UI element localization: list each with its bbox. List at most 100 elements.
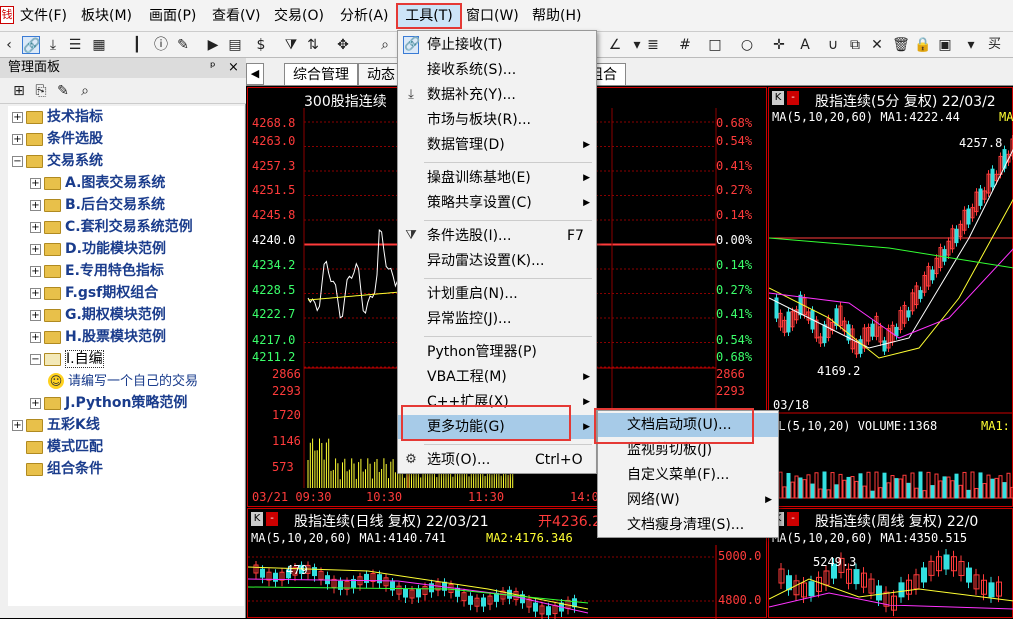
menu-sector[interactable]: 板块(M) xyxy=(81,6,132,26)
delete-icon[interactable]: ✕ xyxy=(868,36,886,54)
link-icon[interactable]: 🔗 xyxy=(22,36,40,54)
cross-icon[interactable]: ✛ xyxy=(770,36,788,54)
menu-item-tools[interactable]: ⚙ 选项(O)... Ctrl+O xyxy=(398,448,596,472)
menu-view[interactable]: 查看(V) xyxy=(212,6,261,26)
magnet-icon[interactable]: ∪ xyxy=(824,36,842,54)
tree-item[interactable]: 模式匹配 xyxy=(8,436,244,458)
expand-icon[interactable]: + xyxy=(30,265,41,277)
expand-icon[interactable]: + xyxy=(30,177,41,189)
edit-icon[interactable]: ✎ xyxy=(174,36,192,54)
menu-item-tools[interactable]: 数据管理(D) ▶ xyxy=(398,133,596,157)
tree-item[interactable]: 组合条件 xyxy=(8,458,244,480)
play-icon[interactable]: ▶ xyxy=(204,36,222,54)
expand-icon[interactable]: + xyxy=(30,331,41,343)
tree-item[interactable]: + C.套利交易系统范例 xyxy=(8,216,244,238)
dollar-icon[interactable]: $ xyxy=(252,36,270,54)
fib-icon[interactable]: ≣ xyxy=(644,36,662,54)
expand-icon[interactable]: + xyxy=(30,309,41,321)
menu-help[interactable]: 帮助(H) xyxy=(532,6,581,26)
minus-button[interactable]: - xyxy=(787,91,799,105)
new-icon[interactable]: ⊞ xyxy=(10,82,28,100)
expand-icon[interactable]: + xyxy=(30,397,41,409)
menu-trade[interactable]: 交易(O) xyxy=(274,6,324,26)
expand-icon[interactable]: + xyxy=(12,111,23,123)
edit-icon[interactable]: ✎ xyxy=(54,82,72,100)
candle-icon[interactable]: ┃ xyxy=(128,36,146,54)
menu-item-tools[interactable]: 🔗 停止接收(T) xyxy=(398,33,596,57)
menu-item-tools[interactable]: 策略共享设置(C) ▶ xyxy=(398,191,596,215)
info-icon[interactable]: ⓘ xyxy=(152,36,170,54)
tree-item[interactable]: + A.图表交易系统 xyxy=(8,172,244,194)
tree-item[interactable]: + B.后台交易系统 xyxy=(8,194,244,216)
menu-item-tools[interactable]: ⧩ 条件选股(I)... F7 xyxy=(398,224,596,248)
move-icon[interactable]: ✥ xyxy=(334,36,352,54)
hash-icon[interactable]: # xyxy=(676,36,694,54)
filter-icon[interactable]: ⧩ xyxy=(282,36,300,54)
menu-item-more[interactable]: 自定义菜单(F)... xyxy=(598,463,778,487)
tree-item[interactable]: + J.Python策略范例 xyxy=(8,392,244,414)
close-icon[interactable]: × xyxy=(228,58,239,78)
rect-icon[interactable]: □ xyxy=(706,36,724,54)
swap-icon[interactable]: ⇅ xyxy=(304,36,322,54)
tree-item[interactable]: + E.专用特色指标 xyxy=(8,260,244,282)
expand-icon[interactable]: + xyxy=(30,199,41,211)
collapse-icon[interactable]: − xyxy=(12,155,23,167)
menu-item-tools[interactable]: 市场与板块(R)... xyxy=(398,108,596,132)
menu-item-tools[interactable]: ⤓ 数据补充(Y)... xyxy=(398,83,596,107)
text-icon[interactable]: A xyxy=(796,36,814,54)
lock-icon[interactable]: 🔒 xyxy=(914,36,932,54)
dropdown-arrow-icon[interactable]: ‹ xyxy=(0,36,18,54)
grid-icon[interactable]: ▦ xyxy=(90,36,108,54)
tree-item[interactable]: − 交易系统 xyxy=(8,150,244,172)
tree-item[interactable]: − I.自编 xyxy=(8,348,244,370)
circle-icon[interactable]: ○ xyxy=(738,36,756,54)
collapse-icon[interactable]: − xyxy=(30,353,41,365)
tab-scroll-left-icon[interactable]: ◀ xyxy=(246,63,264,85)
download-icon[interactable]: ⤓ xyxy=(44,36,62,54)
zoom-icon[interactable]: ⌕ xyxy=(376,36,394,54)
dropdown-arrow-icon[interactable]: ▾ xyxy=(962,36,980,54)
tree-item[interactable]: + 五彩K线 xyxy=(8,414,244,436)
menu-item-tools[interactable]: 操盘训练基地(E) ▶ xyxy=(398,166,596,190)
expand-icon[interactable]: + xyxy=(30,287,41,299)
k-button[interactable]: K xyxy=(772,91,784,105)
tree-item[interactable]: + H.股票模块范例 xyxy=(8,326,244,348)
tree-item[interactable]: + F.gsf期权组合 xyxy=(8,282,244,304)
tree-item[interactable]: ☺ 请编写一个自己的交易 xyxy=(8,370,244,392)
menu-analysis[interactable]: 分析(A) xyxy=(340,6,389,26)
new-doc-icon[interactable]: ⎘ xyxy=(32,82,50,100)
menu-item-tools[interactable]: 接收系统(S)... xyxy=(398,58,596,82)
app-logo-icon[interactable]: 钱 xyxy=(0,6,14,24)
list-icon[interactable]: ☰ xyxy=(66,36,84,54)
angle-icon[interactable]: ∠ xyxy=(606,36,624,54)
five-minute-chart[interactable]: K - 股指连续(5分 复权) 22/03/2 MA(5,10,20,60) M… xyxy=(768,87,1013,507)
tree-item[interactable]: + G.期权模块范例 xyxy=(8,304,244,326)
doc-icon[interactable]: ▤ xyxy=(226,36,244,54)
menu-file[interactable]: 文件(F) xyxy=(20,6,67,26)
expand-icon[interactable]: + xyxy=(12,133,23,145)
menu-item-more[interactable]: 网络(W) ▶ xyxy=(598,488,778,512)
menu-tools[interactable]: 工具(T) xyxy=(396,3,462,29)
minus-button[interactable]: - xyxy=(266,512,278,526)
menu-item-tools[interactable]: Python管理器(P) xyxy=(398,340,596,364)
expand-icon[interactable]: + xyxy=(12,419,23,431)
menu-item-tools[interactable]: VBA工程(M) ▶ xyxy=(398,365,596,389)
tab-overview[interactable]: 综合管理 xyxy=(284,63,358,85)
tree-item[interactable]: + D.功能模块范例 xyxy=(8,238,244,260)
tree-item[interactable]: + 条件选股 xyxy=(8,128,244,150)
save-icon[interactable]: ▣ xyxy=(936,36,954,54)
expand-icon[interactable]: + xyxy=(30,243,41,255)
buy-button[interactable]: 买 xyxy=(988,36,1001,54)
menu-window[interactable]: 窗口(W) xyxy=(466,6,519,26)
menu-item-more[interactable]: 文档瘦身清理(S)... xyxy=(598,513,778,537)
minus-button[interactable]: - xyxy=(787,512,799,526)
menu-item-tools[interactable]: 异常监控(J)... xyxy=(398,307,596,331)
menu-item-tools[interactable]: 计划重启(N)... xyxy=(398,282,596,306)
expand-icon[interactable]: + xyxy=(30,221,41,233)
trash-icon[interactable]: 🗑 xyxy=(892,36,910,54)
menu-item-tools[interactable]: 异动雷达设置(K)... xyxy=(398,249,596,273)
weekly-chart[interactable]: K - 股指连续(周线 复权) 22/0 MA(5,10,20,60) MA1:… xyxy=(768,508,1013,618)
search-icon[interactable]: ⌕ xyxy=(76,82,94,100)
k-button[interactable]: K xyxy=(251,512,263,526)
pin-icon[interactable]: ᵖ xyxy=(210,58,216,78)
